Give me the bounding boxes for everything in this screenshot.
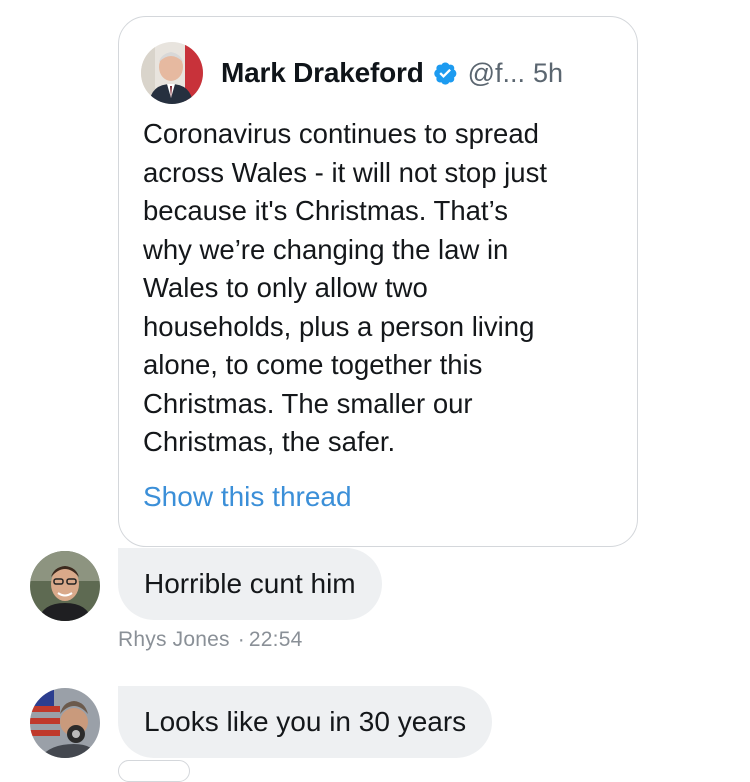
tweet-body: Coronavirus continues to spread across W… — [143, 115, 623, 462]
comment-text: Looks like you in 30 years — [144, 706, 467, 737]
tweet-header: Mark Drakeford @f... 5h — [141, 42, 564, 104]
author-handle: @f... — [467, 57, 526, 88]
comment-author[interactable]: Rhys Jones — [118, 628, 230, 651]
tweet-body-line: Christmas. The smaller our — [143, 387, 473, 419]
tweet-body-line: across Wales - it will not stop just — [143, 156, 547, 188]
comment-time: 22:54 — [248, 628, 303, 651]
author-name[interactable]: Mark Drakeford — [221, 57, 424, 89]
comment-bubble[interactable]: Looks like you in 30 years — [118, 686, 493, 758]
commenter-avatar[interactable] — [30, 551, 100, 621]
author-avatar[interactable] — [141, 42, 203, 104]
verified-badge-icon — [432, 60, 458, 86]
tweet-body-line: why we’re changing the law in — [143, 233, 509, 265]
comment-meta: Rhys Jones · 22:54 — [118, 628, 302, 652]
quoted-tweet-card[interactable]: Mark Drakeford @f... 5h Coronavirus cont… — [118, 16, 638, 547]
tweet-body-line: Wales to only allow two — [143, 272, 428, 303]
comment-text: Horrible cunt him — [144, 568, 356, 599]
show-thread-link[interactable]: Show this thread — [143, 481, 352, 513]
tweet-body-line: Christmas, the safer. — [143, 426, 396, 457]
meta-separator: · — [237, 628, 245, 651]
tweet-body-line: Coronavirus continues to spread — [143, 118, 539, 149]
tweet-body-line: because it's Christmas. That’s — [143, 195, 508, 226]
tweet-body-line: households, plus a person living — [143, 310, 535, 342]
comment-bubble[interactable]: Horrible cunt him — [118, 548, 382, 620]
commenter-avatar[interactable] — [30, 688, 100, 758]
next-comment-stub — [118, 760, 190, 782]
tweet-body-line: alone, to come together this — [143, 349, 483, 380]
tweet-timestamp: 5h — [533, 57, 564, 88]
